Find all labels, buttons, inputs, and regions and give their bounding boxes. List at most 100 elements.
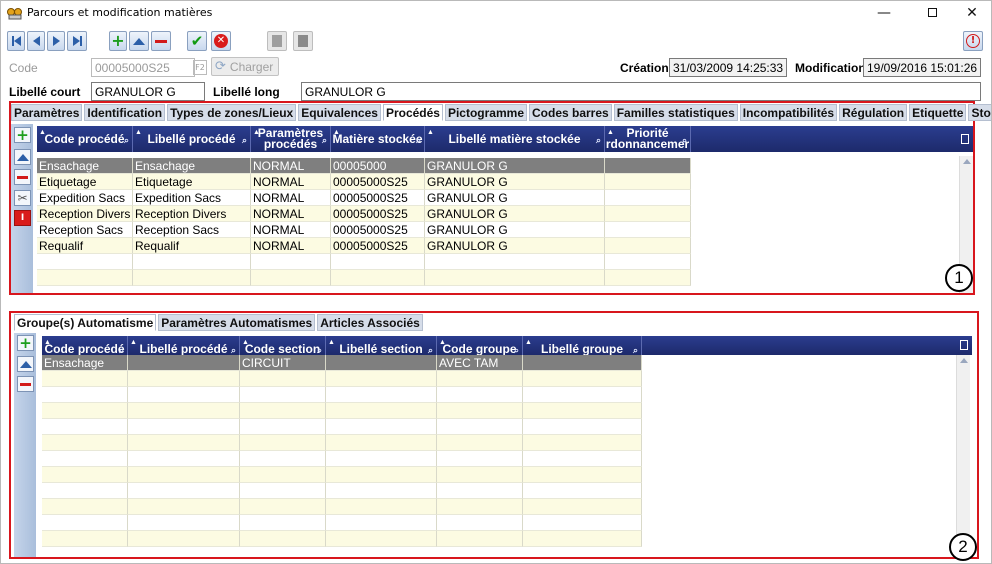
table-row[interactable] xyxy=(42,499,642,515)
table-cell: Etiquetage xyxy=(37,174,133,190)
filter-icon[interactable]: ⌕ xyxy=(124,135,129,146)
table-row[interactable] xyxy=(42,387,642,403)
info-button[interactable]: ! xyxy=(963,31,983,51)
tab-7[interactable]: Familles statistiques xyxy=(613,104,738,121)
table-cell xyxy=(523,499,642,515)
table-cell xyxy=(240,387,326,403)
column-chooser-icon[interactable] xyxy=(961,134,969,144)
tab-0[interactable]: Paramètres xyxy=(11,104,83,121)
tab-10[interactable]: Etiquette xyxy=(909,104,967,121)
column-header[interactable]: ▲ Libellé matière stockée ⌕ xyxy=(425,126,605,152)
subtab-0[interactable]: Groupe(s) Automatisme xyxy=(14,314,157,331)
procede-add-button[interactable]: + xyxy=(14,127,31,143)
last-icon xyxy=(72,36,82,46)
move-up-button[interactable] xyxy=(129,31,149,51)
filter-icon[interactable]: ⌕ xyxy=(416,135,421,146)
paste-button[interactable] xyxy=(293,31,313,51)
copy-button[interactable] xyxy=(267,31,287,51)
previous-icon xyxy=(32,36,40,46)
table-row[interactable]: Expedition Sacs Expedition Sacs NORMAL 0000… xyxy=(37,190,691,206)
filter-icon[interactable]: ⌕ xyxy=(242,135,247,146)
libelle-court-input[interactable]: GRANULOR G xyxy=(91,82,205,101)
table-row[interactable] xyxy=(42,403,642,419)
table-cell xyxy=(251,270,331,286)
libelle-long-input[interactable]: GRANULOR G xyxy=(301,82,981,101)
tab-6[interactable]: Codes barres xyxy=(529,104,612,121)
libelle-court-value: GRANULOR G xyxy=(95,85,176,99)
filter-icon[interactable]: ⌕ xyxy=(596,135,601,146)
table-row[interactable] xyxy=(42,371,642,387)
table-row[interactable] xyxy=(42,435,642,451)
cancel-button[interactable]: ✕ xyxy=(211,31,231,51)
column-header[interactable]: ▲ Paramètres procédés ⌕ xyxy=(251,126,331,152)
tab-4[interactable]: Procédés xyxy=(382,104,443,121)
tab-1[interactable]: Identification xyxy=(84,104,166,121)
sort-icon: ▲ xyxy=(130,339,137,346)
table-row[interactable]: Reception Divers Reception Divers NORMAL 00… xyxy=(37,206,691,222)
groupe-add-button[interactable]: + xyxy=(17,335,34,351)
column-chooser-icon[interactable] xyxy=(960,340,968,350)
previous-record-button[interactable] xyxy=(27,31,45,51)
table-row[interactable] xyxy=(37,254,691,270)
column-header[interactable]: ▲ Code procédé ⌕ xyxy=(37,126,133,152)
validate-button[interactable]: ✔ xyxy=(187,31,207,51)
table-row[interactable] xyxy=(37,270,691,286)
table-cell: 00005000S25 xyxy=(331,174,425,190)
procede-tools-button[interactable]: ✂ xyxy=(14,190,31,206)
table-cell xyxy=(326,419,437,435)
table-row[interactable] xyxy=(42,419,642,435)
column-header[interactable]: ▲ Matière stockée ⌕ xyxy=(331,126,425,152)
table-row[interactable] xyxy=(42,483,642,499)
table-cell xyxy=(425,254,605,270)
column-header[interactable]: ▲ Priorité rdonnancemer ⌕ xyxy=(605,126,691,152)
table-row[interactable]: Ensachage CIRCUIT AVEC TAM xyxy=(42,355,642,371)
tab-2[interactable]: Types de zones/Lieux xyxy=(167,104,297,121)
add-button[interactable]: + xyxy=(109,31,127,51)
procede-up-button[interactable] xyxy=(14,149,31,165)
tab-3[interactable]: Equivalences xyxy=(298,104,381,121)
close-button[interactable]: ✕ xyxy=(949,1,991,25)
procede-remove-button[interactable] xyxy=(14,169,31,185)
filter-icon[interactable]: ⌕ xyxy=(322,135,327,146)
table-row[interactable]: Etiquetage Etiquetage NORMAL 00005000S25 GRA… xyxy=(37,174,691,190)
groupe-remove-button[interactable] xyxy=(17,376,34,392)
procede-delete-button[interactable]: I xyxy=(14,210,31,226)
groupes-grid-scrollbar[interactable] xyxy=(956,355,970,550)
first-record-button[interactable] xyxy=(7,31,25,51)
groupe-up-button[interactable] xyxy=(17,356,34,372)
table-cell: Requalif xyxy=(133,238,251,254)
code-field[interactable]: 00005000S25 xyxy=(91,58,195,77)
table-cell xyxy=(605,206,691,222)
column-header-label: Code procédé xyxy=(44,131,125,146)
table-row[interactable] xyxy=(42,515,642,531)
table-row[interactable] xyxy=(42,531,642,547)
code-lookup-key[interactable]: F2 xyxy=(193,60,207,75)
table-cell xyxy=(240,435,326,451)
tab-8[interactable]: Incompatibilités xyxy=(739,104,838,121)
table-cell xyxy=(523,371,642,387)
tab-9[interactable]: Régulation xyxy=(839,104,908,121)
sort-icon: ▲ xyxy=(242,339,249,346)
minimize-button[interactable]: — xyxy=(861,1,907,25)
table-cell: AVEC TAM xyxy=(437,355,523,371)
charger-button[interactable]: ⟳ Charger xyxy=(211,57,279,76)
table-row[interactable] xyxy=(42,467,642,483)
table-cell xyxy=(240,371,326,387)
table-cell: Expedition Sacs xyxy=(37,190,133,206)
table-cell xyxy=(42,403,128,419)
tab-5[interactable]: Pictogramme xyxy=(444,104,527,121)
last-record-button[interactable] xyxy=(67,31,87,51)
next-record-button[interactable] xyxy=(47,31,65,51)
sort-icon: ▲ xyxy=(439,339,446,346)
table-cell xyxy=(240,515,326,531)
table-row[interactable]: Reception Sacs Reception Sacs NORMAL 000050… xyxy=(37,222,691,238)
subtab-1[interactable]: Paramètres Automatismes xyxy=(158,314,316,331)
table-row[interactable] xyxy=(42,451,642,467)
tab-11[interactable]: Stock xyxy=(968,104,991,121)
table-row[interactable]: Requalif Requalif NORMAL 00005000S25 GRANULO… xyxy=(37,238,691,254)
filter-icon[interactable]: ⌕ xyxy=(682,135,687,146)
remove-button[interactable] xyxy=(151,31,171,51)
table-row[interactable]: Ensachage Ensachage NORMAL 00005000 GRANULOR… xyxy=(37,158,691,174)
subtab-2[interactable]: Articles Associés xyxy=(317,314,423,331)
column-header[interactable]: ▲ Libellé procédé ⌕ xyxy=(133,126,251,152)
